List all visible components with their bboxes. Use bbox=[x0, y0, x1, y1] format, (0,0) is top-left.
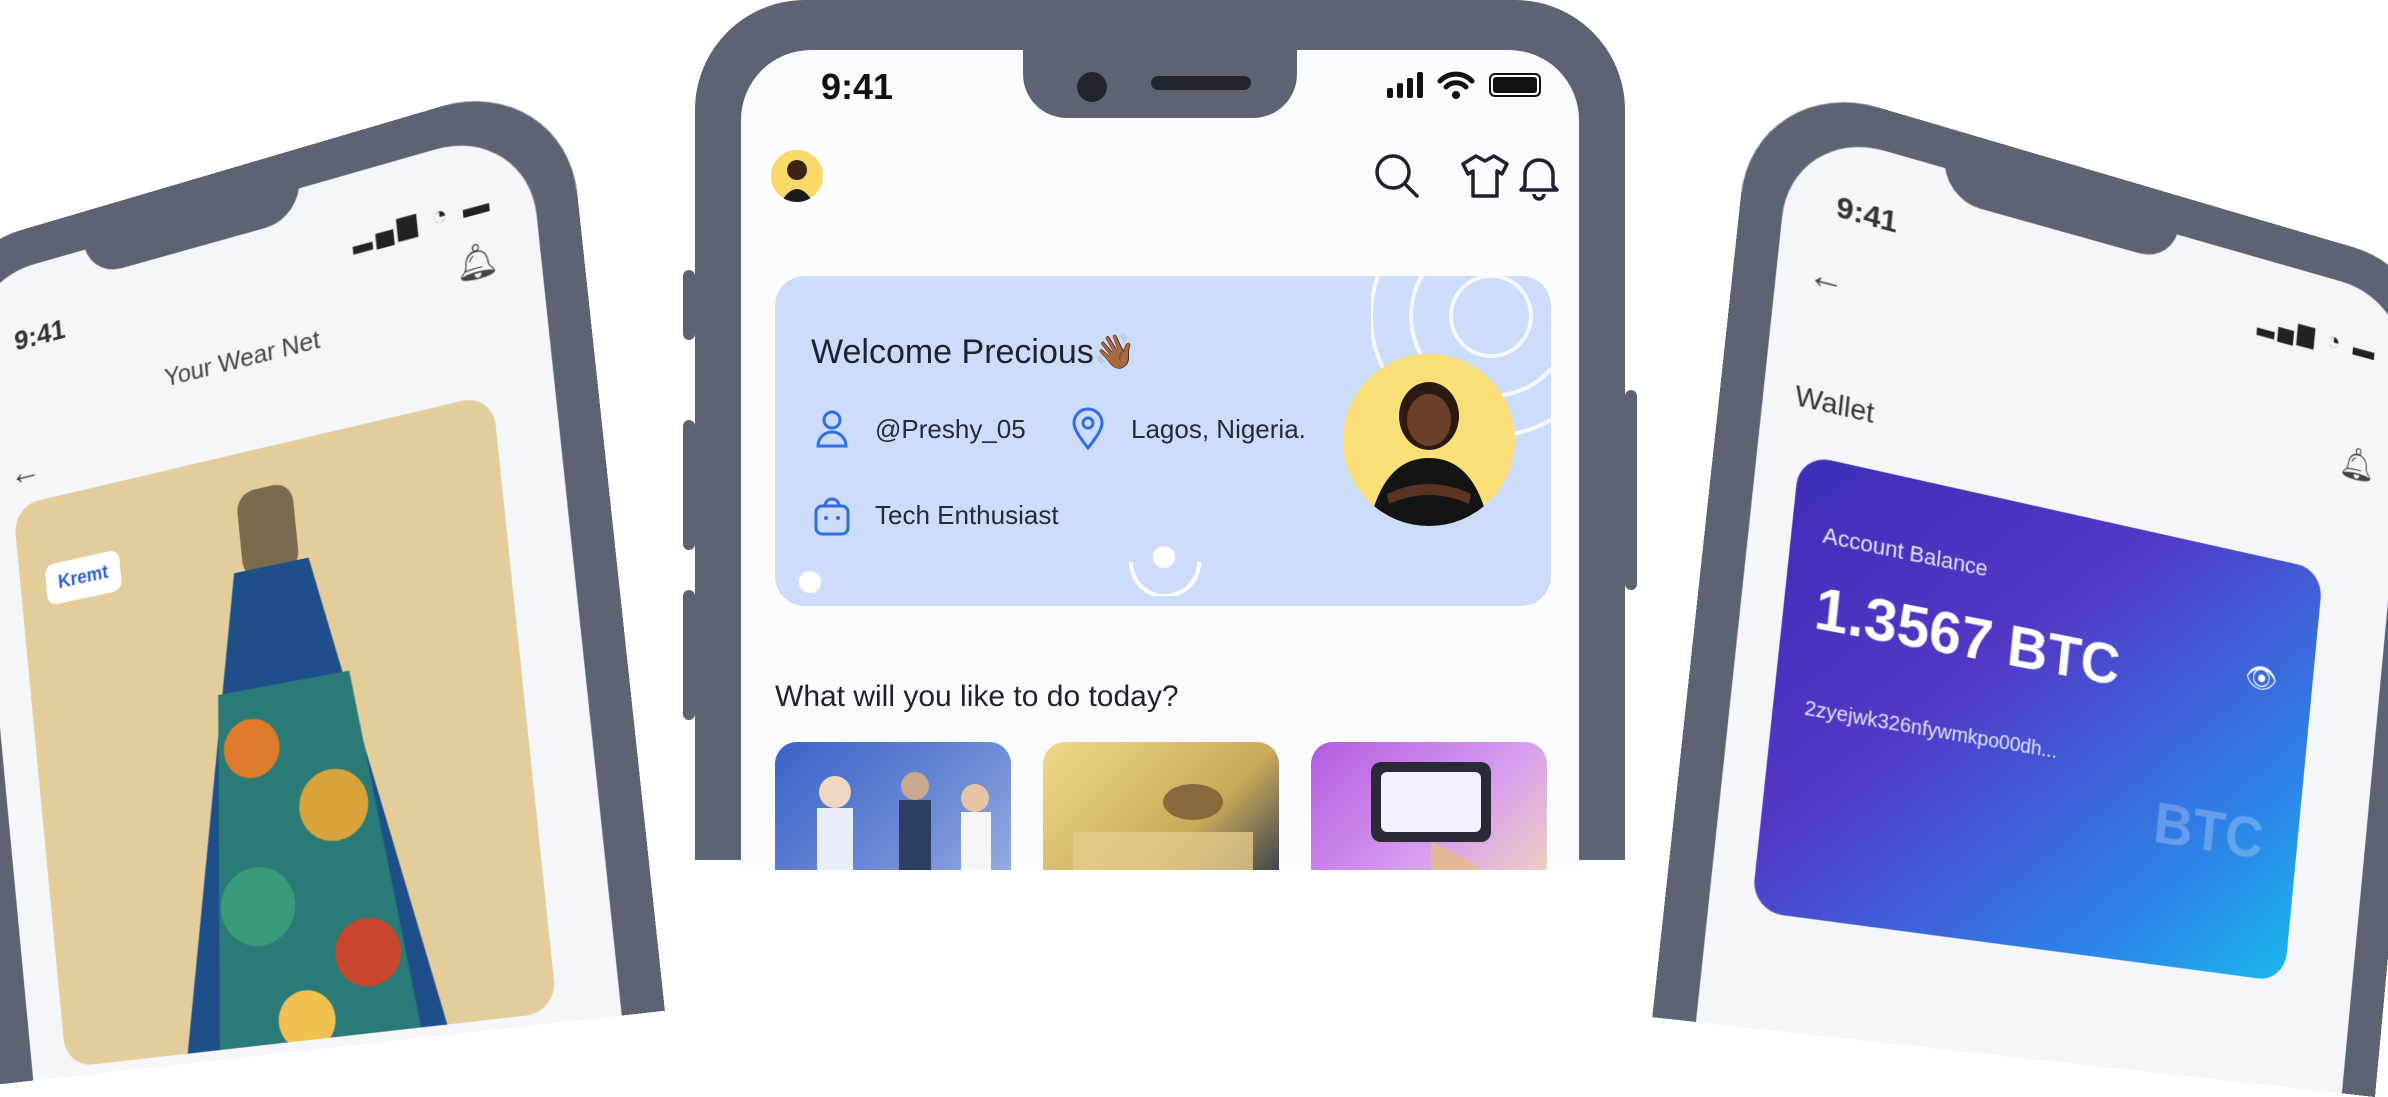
tile-image-phone-hand bbox=[1311, 742, 1547, 870]
wallet-address: 2zyejwk326nfywmkpo00dh... bbox=[1803, 697, 2058, 764]
username-row: @Preshy_05 bbox=[809, 406, 1026, 452]
wallet-balance-card[interactable]: Account Balance 1.3567 BTC 👁︎ 2zyejwk326… bbox=[1751, 453, 2323, 981]
top-bar bbox=[741, 136, 1579, 236]
wallet-title: Wallet bbox=[1793, 379, 1875, 430]
tile-image-workspace bbox=[1043, 742, 1279, 870]
center-phone-notch bbox=[1023, 50, 1297, 118]
dress-image bbox=[93, 446, 510, 1067]
center-phone-screen: 9:41 Welcome Precious👋🏾 @Preshy_05 Lagos… bbox=[741, 50, 1579, 870]
account-balance-label: Account Balance bbox=[1821, 522, 1989, 583]
left-phone-mockup: 9:41 ▂▄▆ ◔ ▬ 🔔︎ Your Wear Net ← Kremt bbox=[0, 70, 665, 1084]
username-text: @Preshy_05 bbox=[875, 414, 1026, 445]
back-arrow-icon[interactable]: ← bbox=[8, 448, 42, 494]
volume-down-button bbox=[683, 590, 695, 720]
earpiece-speaker bbox=[1151, 76, 1251, 90]
status-time: 9:41 bbox=[821, 66, 893, 108]
bell-icon[interactable]: 🔔︎ bbox=[2338, 442, 2377, 488]
profile-photo bbox=[1343, 354, 1515, 526]
location-text: Lagos, Nigeria. bbox=[1131, 414, 1306, 445]
decor-arc bbox=[1125, 556, 1205, 596]
left-phone-screen: 9:41 ▂▄▆ ◔ ▬ 🔔︎ Your Wear Net ← Kremt bbox=[0, 123, 622, 1080]
bell-icon[interactable] bbox=[1513, 150, 1565, 202]
user-icon bbox=[809, 406, 855, 452]
signal-icon bbox=[1387, 72, 1423, 98]
eye-icon[interactable]: 👁︎ bbox=[2244, 659, 2280, 698]
status-icons bbox=[1387, 70, 1541, 100]
option-tile-3[interactable] bbox=[1311, 742, 1547, 870]
location-pin-icon bbox=[1065, 406, 1111, 452]
back-arrow-icon[interactable]: ← bbox=[1806, 251, 1848, 303]
front-camera bbox=[1077, 72, 1107, 102]
battery-icon bbox=[1489, 73, 1541, 97]
center-phone-mockup: 9:41 Welcome Precious👋🏾 @Preshy_05 Lagos… bbox=[695, 0, 1625, 860]
welcome-card: Welcome Precious👋🏾 @Preshy_05 Lagos, Nig… bbox=[775, 276, 1551, 606]
welcome-title: Welcome Precious👋🏾 bbox=[811, 332, 1136, 372]
search-icon[interactable] bbox=[1371, 150, 1423, 202]
wifi-icon bbox=[1437, 70, 1475, 100]
power-button bbox=[1625, 390, 1637, 590]
btc-watermark: BTC bbox=[2151, 788, 2266, 872]
avatar[interactable] bbox=[771, 150, 823, 202]
occupation-row: Tech Enthusiast bbox=[809, 492, 1059, 538]
location-row: Lagos, Nigeria. bbox=[1065, 406, 1306, 452]
decor-dot bbox=[799, 571, 821, 593]
option-tile-2[interactable] bbox=[1043, 742, 1279, 870]
occupation-text: Tech Enthusiast bbox=[875, 500, 1059, 531]
product-card[interactable]: Kremt bbox=[13, 394, 557, 1068]
status-time: 9:41 bbox=[1835, 190, 1899, 241]
balance-amount: 1.3567 BTC bbox=[1812, 573, 2123, 699]
status-time: 9:41 bbox=[13, 313, 67, 358]
section-question: What will you like to do today? bbox=[775, 680, 1179, 714]
silent-switch bbox=[683, 270, 695, 340]
shopping-bag-icon bbox=[809, 492, 855, 538]
volume-up-button bbox=[683, 420, 695, 550]
tshirt-icon[interactable] bbox=[1459, 150, 1511, 202]
status-icons: ▂▄▆ ◔ ▬ bbox=[2256, 306, 2379, 367]
option-tile-1[interactable] bbox=[775, 742, 1011, 870]
tile-image-people bbox=[775, 742, 1011, 870]
right-phone-screen: 9:41 ▂▄▆ ◔ ▬ ← 🔔︎ Wallet Account Balance… bbox=[1696, 124, 2388, 1093]
right-phone-mockup: 9:41 ▂▄▆ ◔ ▬ ← 🔔︎ Wallet Account Balance… bbox=[1652, 71, 2388, 1097]
